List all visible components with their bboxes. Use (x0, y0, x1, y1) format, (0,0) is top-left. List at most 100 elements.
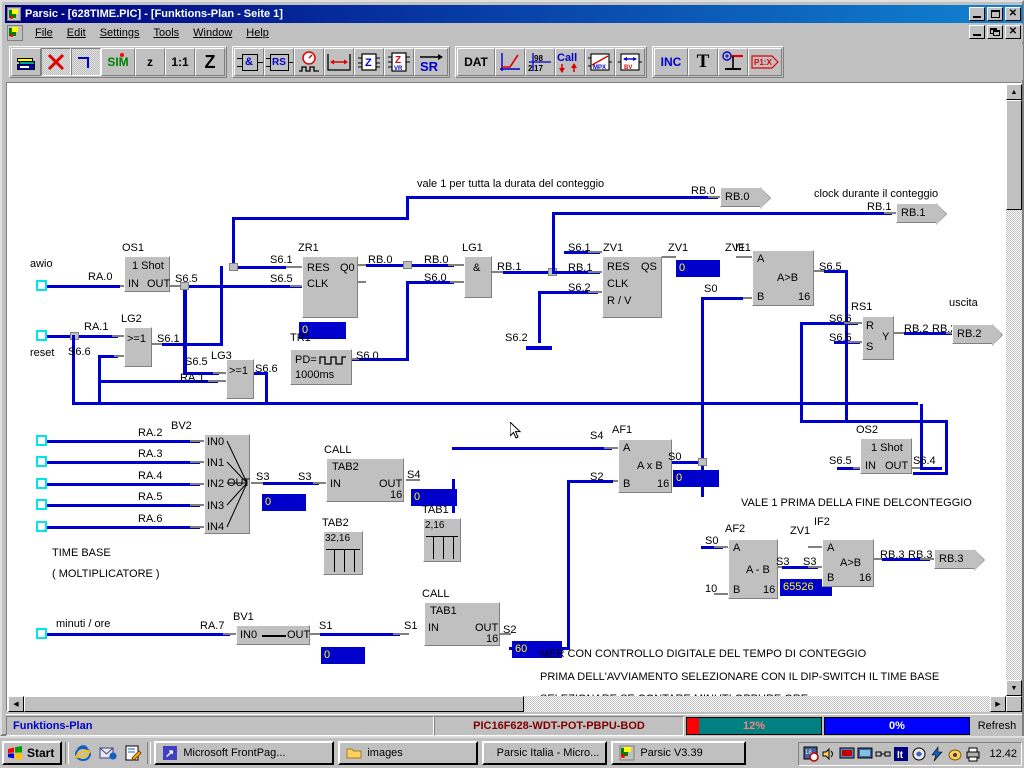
counter-zvr-icon[interactable]: Z VR (384, 48, 414, 76)
block-call-tab2[interactable]: TAB2 IN OUT 16 (326, 458, 404, 502)
menu-settings[interactable]: Settings (93, 26, 147, 40)
horizontal-scrollbar[interactable]: ◀ ▶ (8, 696, 1006, 712)
input-port-ra6[interactable] (36, 521, 47, 532)
input-port-ra2[interactable] (36, 435, 47, 446)
timer-icon[interactable] (294, 48, 324, 76)
scheduler-icon[interactable]: 18 (803, 746, 820, 762)
printer-icon[interactable] (965, 746, 981, 762)
sim-icon[interactable]: SIM (101, 48, 135, 76)
volume-icon[interactable] (821, 746, 837, 762)
counter-z-icon[interactable]: Z (354, 48, 384, 76)
delete-x-icon[interactable] (41, 48, 71, 76)
block-lg3[interactable]: >=1 (226, 359, 254, 399)
block-os2[interactable]: 1 Shot IN OUT (860, 438, 912, 474)
block-if1[interactable]: A B A>B 16 (752, 250, 814, 306)
block-bv1[interactable]: IN0 OUT (236, 625, 310, 645)
child-close-button[interactable]: ✕ (1005, 25, 1021, 39)
port-p1x-icon[interactable]: P1:X (748, 48, 782, 76)
bv-icon[interactable]: BV (615, 48, 645, 76)
start-button[interactable]: Start (2, 741, 63, 765)
taskitem-images[interactable]: images (338, 741, 479, 765)
block-af2[interactable]: A B A - B 16 (728, 539, 778, 599)
hscroll-thumb[interactable] (24, 696, 524, 712)
zoom-small-z-icon[interactable]: z (135, 48, 165, 76)
vscroll-thumb[interactable] (1006, 100, 1022, 210)
zoom-1to1-icon[interactable]: 1:1 (165, 48, 195, 76)
network-icon[interactable] (875, 746, 891, 762)
taskitem-parsic-v339[interactable]: Parsic V3.39 (611, 741, 747, 765)
zoom-big-z-icon[interactable]: Z (195, 48, 225, 76)
menu-file[interactable]: File (28, 26, 60, 40)
antivirus-icon[interactable] (911, 746, 927, 762)
multiplex-icon[interactable]: MPX (585, 48, 615, 76)
block-os1[interactable]: 1 Shot IN OUT (124, 256, 170, 292)
input-port-ra4[interactable] (36, 478, 47, 489)
print-preview-icon[interactable] (11, 48, 41, 76)
output-port-rb1[interactable]: RB.1 (896, 203, 947, 225)
block-tab2[interactable]: 32,16 (323, 531, 363, 575)
input-port-ra3[interactable] (36, 456, 47, 467)
inc-icon[interactable]: INC (654, 48, 688, 76)
zv1-value[interactable]: 0 (676, 260, 720, 277)
document-icon[interactable] (7, 25, 23, 41)
block-tab1[interactable]: 2,16 (423, 518, 461, 562)
monoflop-icon[interactable] (324, 48, 354, 76)
menu-window[interactable]: Window (186, 26, 239, 40)
show-desktop-icon[interactable] (122, 742, 144, 764)
af1-out-value[interactable]: 0 (673, 470, 719, 487)
menu-tools[interactable]: Tools (146, 26, 186, 40)
bv1-out-value[interactable]: 0 (321, 647, 365, 664)
taskitem-parsic-italia[interactable]: Parsic Italia - Micro... (482, 741, 608, 765)
bv2-out-value[interactable]: 0 (262, 494, 306, 511)
display-icon[interactable] (839, 746, 855, 762)
call-icon[interactable]: Call (555, 48, 585, 76)
number-convert-icon[interactable]: 98 2 17 (525, 48, 555, 76)
block-call-tab1[interactable]: TAB1 IN OUT 16 (424, 602, 500, 646)
block-rs1[interactable]: R S Y (862, 316, 894, 360)
internet-explorer-icon[interactable] (72, 742, 94, 764)
analog-curve-icon[interactable] (495, 48, 525, 76)
block-bv2[interactable]: IN0 IN1 IN2 IN3 IN4 OUT (204, 434, 250, 534)
shift-register-icon[interactable]: SR (414, 48, 448, 76)
child-minimize-button[interactable] (969, 25, 985, 39)
block-lg1[interactable]: & (464, 256, 492, 298)
block-zr1[interactable]: RES CLK Q0 (302, 256, 358, 318)
input-port-ra7[interactable] (36, 628, 47, 639)
block-af1[interactable]: A B A x B 16 (618, 439, 672, 493)
output-port-rb2[interactable]: RB.2 (952, 324, 1003, 346)
block-lg2[interactable]: >=1 (124, 327, 152, 367)
refresh-button[interactable]: Refresh (972, 716, 1022, 736)
output-port-rb3[interactable]: RB.3 (934, 549, 985, 571)
keyboard-layout-icon[interactable]: It (893, 746, 909, 762)
block-zv1[interactable]: RES CLK R / V QS (602, 256, 662, 318)
scroll-down-button[interactable]: ▼ (1006, 680, 1022, 696)
data-icon[interactable]: DAT (457, 48, 495, 76)
close-button[interactable]: ✕ (1005, 7, 1021, 21)
flipflop-rs-icon[interactable]: RS (264, 48, 294, 76)
block-if2[interactable]: A B A>B 16 (822, 539, 874, 587)
wire-tool-icon[interactable] (71, 48, 101, 76)
vertical-scrollbar[interactable]: ▲ ▼ (1006, 84, 1022, 696)
minimize-button[interactable] (969, 7, 985, 21)
block-tr1[interactable]: PD= 1000ms (290, 349, 352, 385)
menu-help[interactable]: Help (239, 26, 276, 40)
power-icon[interactable] (929, 746, 945, 762)
scroll-up-button[interactable]: ▲ (1006, 84, 1022, 100)
taskitem-frontpage[interactable]: ↗ Microsoft FrontPag... (154, 741, 335, 765)
input-port-ra1[interactable] (36, 330, 47, 341)
output-port-rb0[interactable]: RB.0 (720, 187, 771, 209)
menu-edit[interactable]: Edit (60, 26, 93, 40)
input-port-ra5[interactable] (36, 499, 47, 510)
ground-icon[interactable] (718, 48, 748, 76)
text-tool-icon[interactable]: T (688, 48, 718, 76)
scroll-right-button[interactable]: ▶ (990, 696, 1006, 712)
outlook-express-icon[interactable] (97, 742, 119, 764)
maximize-button[interactable] (987, 7, 1003, 21)
monitor-icon[interactable] (857, 746, 873, 762)
sound-device-icon[interactable] (947, 746, 963, 762)
input-port-ra0[interactable] (36, 280, 47, 291)
child-restore-button[interactable] (987, 25, 1003, 39)
scroll-left-button[interactable]: ◀ (8, 696, 24, 712)
diagram-canvas[interactable]: awio reset minuti / ore RA.0 RA.1 RA.2 R… (8, 84, 1006, 696)
logic-and-icon[interactable]: & (234, 48, 264, 76)
